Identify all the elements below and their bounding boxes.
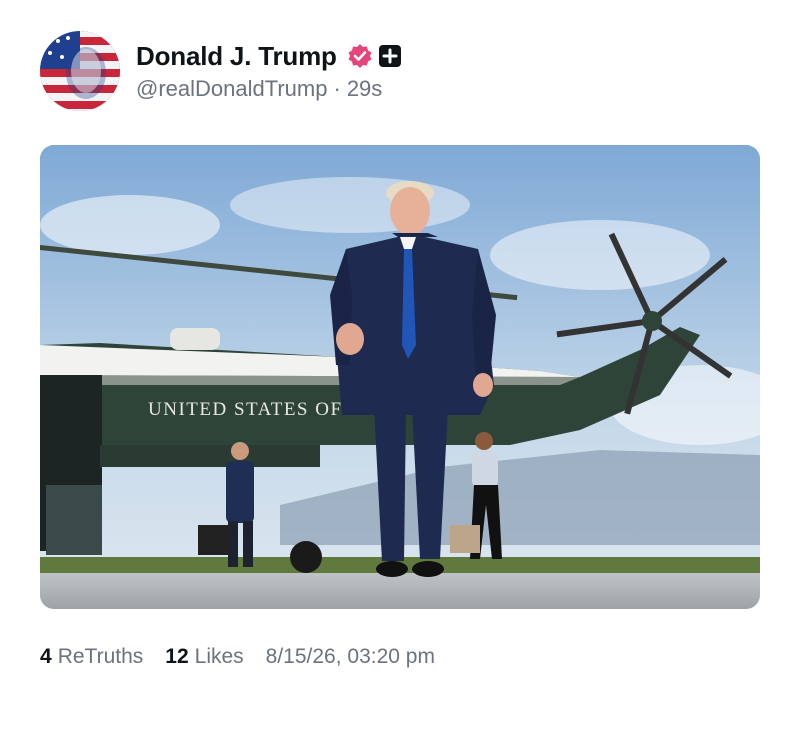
photo-scene: UNITED STATES OF AMERICA <box>40 145 760 609</box>
author-row: Donald J. Trump <box>136 40 401 72</box>
post-card: Donald J. Trump @realDonaldTrump · 29s U… <box>0 0 800 729</box>
likes-label: Likes <box>194 645 244 668</box>
likes-stat[interactable]: 12 Likes <box>165 645 243 669</box>
author-handle[interactable]: @realDonaldTrump <box>136 76 327 102</box>
post-image[interactable]: UNITED STATES OF AMERICA <box>40 145 760 609</box>
retruths-label: ReTruths <box>57 645 144 668</box>
separator-dot: · <box>333 76 341 101</box>
avatar[interactable] <box>40 31 120 111</box>
verified-badge-icon <box>347 43 373 69</box>
avatar-image <box>40 31 120 111</box>
time-ago: 29s <box>346 76 383 101</box>
retruths-count: 4 <box>40 645 52 668</box>
author-name[interactable]: Donald J. Trump <box>136 41 337 72</box>
likes-count: 12 <box>165 645 189 668</box>
handle-row: @realDonaldTrump · 29s <box>136 76 382 102</box>
retruths-stat[interactable]: 4 ReTruths <box>40 645 143 669</box>
post-stats: 4 ReTruths 12 Likes 8/15/26, 03:20 pm <box>40 645 435 669</box>
plus-badge-icon <box>378 45 401 67</box>
post-timestamp[interactable]: 8/15/26, 03:20 pm <box>266 645 435 669</box>
